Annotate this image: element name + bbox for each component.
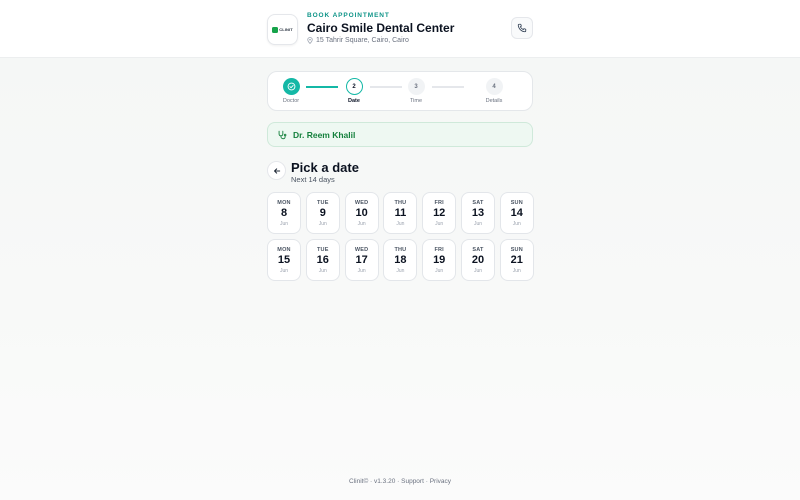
date-day: 20 [471,254,485,266]
date-weekday: WED [354,200,369,206]
date-option[interactable]: SAT 13 Jun [461,192,495,234]
date-day: 21 [510,254,523,266]
header: CLINIT BOOK APPOINTMENT Cairo Smile Dent… [0,0,800,58]
date-day: 15 [277,254,291,266]
privacy-link[interactable]: Privacy [430,478,451,485]
stethoscope-icon [278,130,287,139]
address-text: 15 Tahrir Square, Cairo, Cairo [316,37,409,44]
date-weekday: SAT [472,247,484,253]
date-weekday: FRI [434,200,444,206]
clinic-address: 15 Tahrir Square, Cairo, Cairo [307,37,409,44]
step-details[interactable]: 4 Details [474,78,514,104]
date-month: Jun [435,221,444,227]
date-option[interactable]: TUE 9 Jun [305,192,340,234]
clinic-title: Cairo Smile Dental Center [307,21,455,35]
step-doctor[interactable]: Doctor [271,78,311,104]
step-date[interactable]: 2 Date [334,78,374,104]
date-month: Jun [396,221,405,227]
date-option[interactable]: MON 8 Jun [267,192,301,234]
date-weekday: WED [354,247,369,253]
header-eyebrow: BOOK APPOINTMENT [307,12,390,19]
step-circle: 3 [407,78,425,95]
step-label: Details [485,98,503,104]
doctor-name: Dr. Reem Khalil [293,129,356,140]
date-weekday: SUN [510,200,523,206]
date-day: 10 [355,207,368,219]
date-weekday: THU [394,200,407,206]
date-option[interactable]: SAT 20 Jun [461,239,495,281]
date-weekday: TUE [316,200,329,206]
date-month: Jun [318,268,327,274]
date-day: 17 [355,254,368,266]
arrow-left-icon [273,167,280,174]
support-link[interactable]: Support [401,478,424,485]
back-button[interactable] [267,161,286,180]
date-month: Jun [357,221,366,227]
clinic-logo: CLINIT [267,14,298,45]
date-month: Jun [396,268,405,274]
logo-mark-icon [272,26,279,33]
date-month: Jun [512,268,521,274]
date-month: Jun [512,221,521,227]
map-pin-icon [307,37,313,44]
date-month: Jun [279,221,289,227]
date-option[interactable]: WED 17 Jun [344,239,379,281]
date-day: 14 [510,207,523,219]
step-circle [282,78,300,95]
step-label: Date [348,98,360,104]
call-button[interactable] [511,17,533,39]
step-time[interactable]: 3 Time [396,78,436,104]
date-weekday: SAT [472,200,484,206]
date-day: 12 [433,207,446,219]
date-month: Jun [318,221,327,227]
step-label: Doctor [282,98,300,104]
date-weekday: MON [277,247,291,253]
page-subtitle: Next 14 days [291,175,335,184]
footer: Clinit© · v1.3.20 · Support · Privacy [0,478,800,485]
date-option[interactable]: FRI 19 Jun [422,239,457,281]
date-weekday: SUN [510,247,523,253]
date-option[interactable]: FRI 12 Jun [422,192,457,234]
page-title: Pick a date [291,160,359,175]
date-month: Jun [473,268,483,274]
date-day: 19 [433,254,446,266]
date-option[interactable]: SUN 21 Jun [499,239,534,281]
date-day: 18 [394,254,407,266]
date-day: 8 [280,207,288,219]
step-connector [432,86,464,88]
check-circle-icon [287,82,295,91]
date-weekday: THU [394,247,407,253]
date-option[interactable]: WED 10 Jun [344,192,379,234]
date-option[interactable]: TUE 16 Jun [305,239,340,281]
date-day: 13 [471,207,485,219]
date-option[interactable]: MON 15 Jun [267,239,301,281]
step-circle: 4 [485,78,503,95]
footer-brand: Clinit© · v1.3.20 · [349,478,402,485]
date-month: Jun [473,221,483,227]
phone-icon [517,23,527,33]
date-option[interactable]: THU 18 Jun [383,239,418,281]
selected-doctor-bar: Dr. Reem Khalil [267,122,533,147]
booking-stepper: Doctor 2 Date 3 Time 4 Details [267,71,533,111]
date-weekday: TUE [316,247,329,253]
date-weekday: FRI [434,247,444,253]
date-day: 16 [316,254,329,266]
date-day: 9 [319,207,326,219]
step-circle: 2 [345,78,363,95]
date-weekday: MON [277,200,291,206]
date-day: 11 [394,207,407,219]
date-month: Jun [435,268,444,274]
date-option[interactable]: SUN 14 Jun [499,192,534,234]
logo-text: CLINIT [279,27,293,32]
date-month: Jun [357,268,366,274]
date-month: Jun [279,268,289,274]
step-label: Time [409,98,423,104]
date-option[interactable]: THU 11 Jun [383,192,418,234]
